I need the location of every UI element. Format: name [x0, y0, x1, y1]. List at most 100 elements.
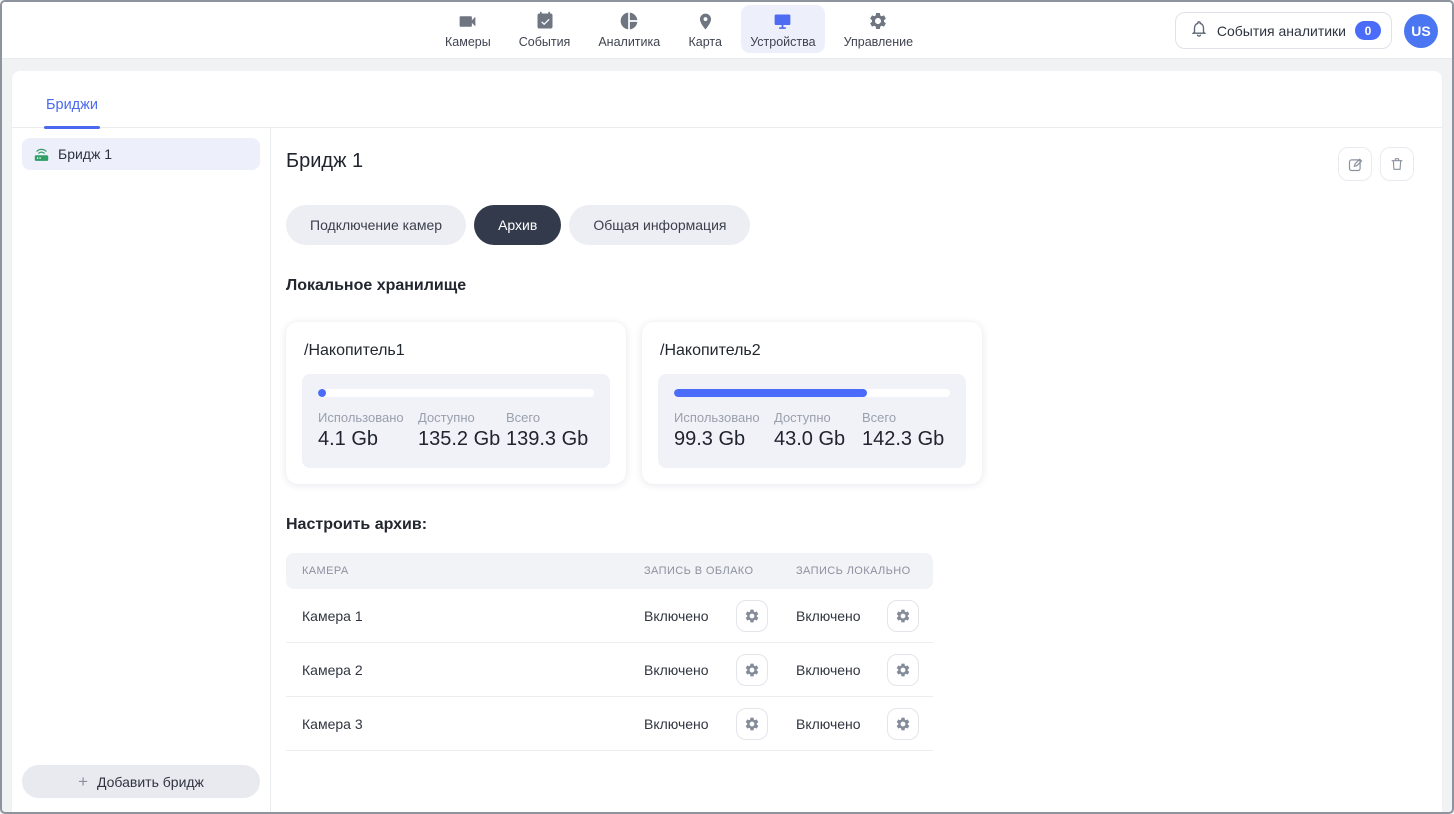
drive-stat-values: Использовано 99.3 Gb Доступно 43.0 Gb Вс…	[674, 410, 950, 451]
camera-name: Камера 1	[286, 608, 644, 624]
title-actions	[1338, 147, 1414, 181]
title-row: Бридж 1	[286, 147, 1414, 181]
nav-label: Аналитика	[598, 35, 660, 49]
cloud-record-settings-button[interactable]	[736, 654, 768, 686]
sidebar-item-bridge-1[interactable]: Бридж 1	[22, 138, 260, 170]
tab-camera-connection[interactable]: Подключение камер	[286, 205, 466, 245]
column-header-local: ЗАПИСЬ ЛОКАЛЬНО	[796, 565, 933, 577]
panel-body: Бридж 1 + Добавить бридж Бридж 1	[12, 128, 1442, 812]
storage-heading: Локальное хранилище	[286, 277, 1414, 295]
page-background: Бриджи Бридж 1 + Добавить бридж	[2, 59, 1452, 812]
delete-bridge-button[interactable]	[1380, 147, 1414, 181]
trash-icon	[1389, 156, 1405, 172]
nav-item-devices[interactable]: Устройства	[741, 5, 824, 53]
nav-label: События	[519, 35, 571, 49]
local-record-settings-button[interactable]	[887, 600, 919, 632]
video-camera-icon	[457, 10, 478, 32]
bridge-item-label: Бридж 1	[58, 146, 112, 162]
map-pin-icon	[696, 10, 715, 32]
cloud-record-status: Включено	[644, 608, 709, 624]
gear-icon	[744, 716, 760, 732]
local-record-settings-button[interactable]	[887, 654, 919, 686]
router-icon	[33, 146, 50, 163]
drive-card-2: /Накопитель2 Использовано 99.3 Gb	[642, 322, 982, 484]
nav-item-map[interactable]: Карта	[679, 5, 731, 53]
bridges-sidebar: Бридж 1 + Добавить бридж	[12, 128, 271, 812]
local-record-status: Включено	[796, 662, 861, 678]
plus-icon: +	[78, 773, 88, 790]
sidebar-spacer	[22, 170, 260, 765]
add-bridge-button[interactable]: + Добавить бридж	[22, 765, 260, 798]
cloud-record-settings-button[interactable]	[736, 708, 768, 740]
archive-table: КАМЕРА ЗАПИСЬ В ОБЛАКО ЗАПИСЬ ЛОКАЛЬНО К…	[286, 553, 933, 751]
events-count-badge: 0	[1355, 21, 1381, 40]
archive-heading: Настроить архив:	[286, 516, 1414, 534]
nav-item-analytics[interactable]: Аналитика	[589, 5, 669, 53]
table-row: Камера 3 Включено Включено	[286, 697, 933, 751]
used-value: 99.3 Gb	[674, 428, 774, 451]
available-value: 135.2 Gb	[418, 428, 506, 451]
nav-label: Камеры	[445, 35, 491, 49]
table-row: Камера 2 Включено Включено	[286, 643, 933, 697]
edit-bridge-button[interactable]	[1338, 147, 1372, 181]
page-title: Бридж 1	[286, 147, 363, 173]
tab-general-info[interactable]: Общая информация	[569, 205, 750, 245]
camera-name: Камера 3	[286, 716, 644, 732]
drive-name: /Накопитель2	[658, 342, 966, 360]
column-header-cloud: ЗАПИСЬ В ОБЛАКО	[644, 565, 796, 577]
total-label: Всего	[862, 410, 950, 425]
bridge-tabs: Подключение камер Архив Общая информация	[286, 205, 1414, 245]
gear-icon	[868, 10, 888, 32]
user-avatar[interactable]: US	[1404, 14, 1438, 48]
bell-icon	[1190, 20, 1208, 41]
devices-panel: Бриджи Бридж 1 + Добавить бридж	[12, 71, 1442, 812]
gear-icon	[895, 662, 911, 678]
cloud-record-status: Включено	[644, 716, 709, 732]
drive-card-1: /Накопитель1 Использовано 4.1 Gb	[286, 322, 626, 484]
main-nav: Камеры События Аналитика Карта	[436, 5, 922, 53]
nav-label: Устройства	[750, 35, 815, 49]
storage-cards: /Накопитель1 Использовано 4.1 Gb	[286, 322, 1414, 484]
top-header: Камеры События Аналитика Карта	[2, 2, 1452, 59]
available-label: Доступно	[774, 410, 862, 425]
cloud-record-settings-button[interactable]	[736, 600, 768, 632]
tab-bridges[interactable]: Бриджи	[44, 97, 100, 127]
available-value: 43.0 Gb	[774, 428, 862, 451]
local-record-settings-button[interactable]	[887, 708, 919, 740]
tab-archive[interactable]: Архив	[474, 205, 561, 245]
used-label: Использовано	[318, 410, 418, 425]
gear-icon	[744, 662, 760, 678]
local-record-status: Включено	[796, 608, 861, 624]
nav-item-events[interactable]: События	[510, 5, 580, 53]
available-label: Доступно	[418, 410, 506, 425]
nav-item-management[interactable]: Управление	[835, 5, 923, 53]
calendar-check-icon	[535, 10, 555, 32]
nav-label: Управление	[844, 35, 914, 49]
storage-progress-fill	[318, 389, 326, 397]
add-bridge-label: Добавить бридж	[97, 774, 204, 790]
drive-stat-values: Использовано 4.1 Gb Доступно 135.2 Gb Вс…	[318, 410, 594, 451]
total-label: Всего	[506, 410, 594, 425]
drive-stats: Использовано 99.3 Gb Доступно 43.0 Gb Вс…	[658, 374, 966, 468]
gear-icon	[895, 608, 911, 624]
table-row: Камера 1 Включено Включено	[286, 589, 933, 643]
total-value: 139.3 Gb	[506, 428, 594, 451]
total-value: 142.3 Gb	[862, 428, 950, 451]
analytics-events-label: События аналитики	[1217, 23, 1346, 39]
table-header-row: КАМЕРА ЗАПИСЬ В ОБЛАКО ЗАПИСЬ ЛОКАЛЬНО	[286, 553, 933, 589]
gear-icon	[744, 608, 760, 624]
drive-stats: Использовано 4.1 Gb Доступно 135.2 Gb Вс…	[302, 374, 610, 468]
app-window: Камеры События Аналитика Карта	[0, 0, 1454, 814]
drive-name: /Накопитель1	[302, 342, 610, 360]
edit-icon	[1347, 156, 1364, 173]
storage-progress-bar	[318, 389, 594, 397]
monitor-icon	[772, 10, 793, 32]
panel-tabs: Бриджи	[12, 71, 1442, 128]
cloud-record-status: Включено	[644, 662, 709, 678]
storage-progress-bar	[674, 389, 950, 397]
nav-item-cameras[interactable]: Камеры	[436, 5, 500, 53]
camera-name: Камера 2	[286, 662, 644, 678]
gear-icon	[895, 716, 911, 732]
bridge-detail: Бридж 1	[271, 128, 1442, 812]
analytics-events-button[interactable]: События аналитики 0	[1175, 12, 1392, 49]
